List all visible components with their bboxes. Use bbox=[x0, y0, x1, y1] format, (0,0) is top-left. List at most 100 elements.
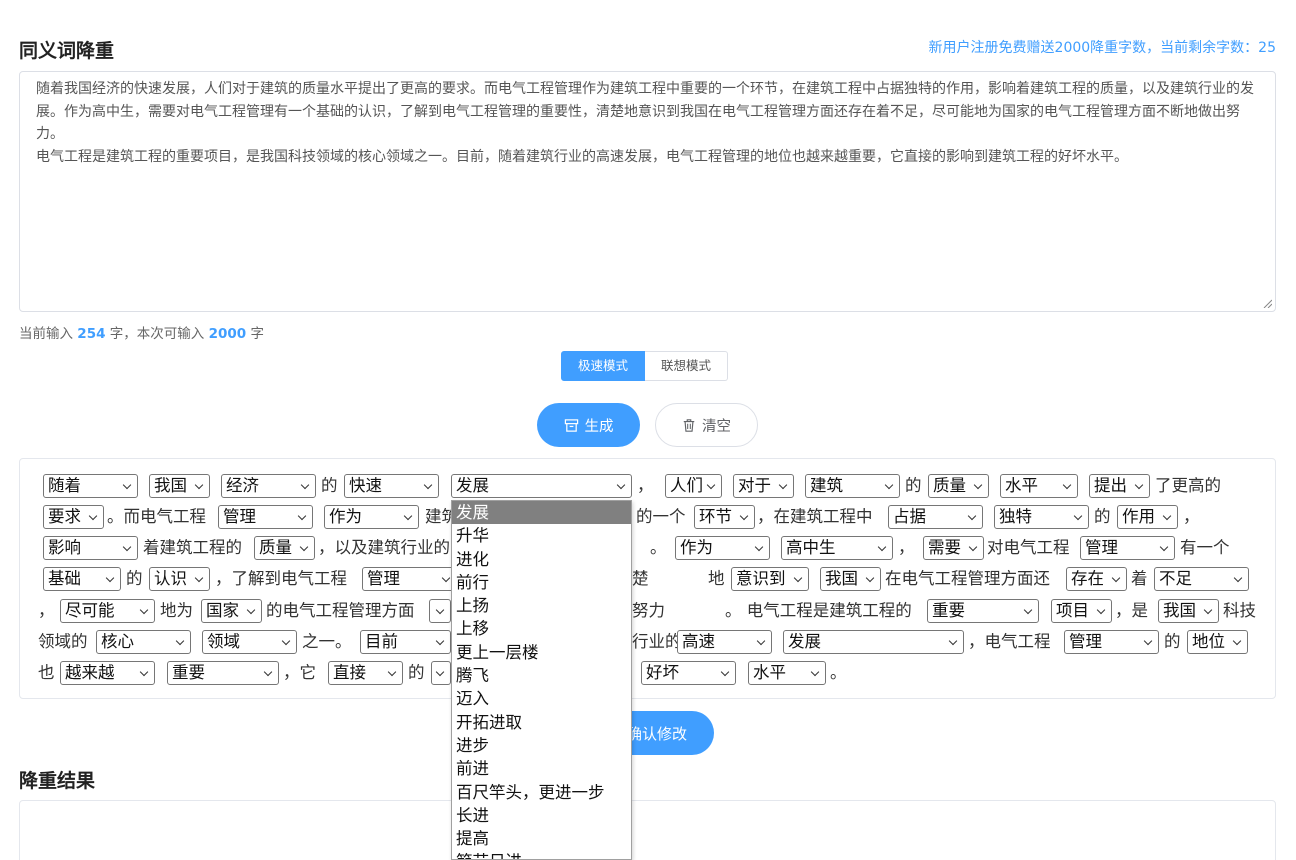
text-fragment: 了更高的 bbox=[1155, 476, 1221, 495]
dropdown-option[interactable]: 进化 bbox=[452, 548, 631, 571]
dropdown-option[interactable]: 升华 bbox=[452, 524, 631, 547]
char-count: 当前输入 254 字，本次可输入 2000 字 bbox=[19, 322, 264, 342]
result-title: 降重结果 bbox=[19, 770, 96, 792]
text-fragment: ， bbox=[1183, 507, 1200, 526]
synonym-select[interactable]: 认识 bbox=[149, 567, 210, 591]
count-max: 2000 bbox=[208, 326, 247, 342]
source-textarea[interactable]: 随着我国经济的快速发展，人们对于建筑的质量水平提出了更高的要求。而电气工程管理作… bbox=[19, 71, 1276, 312]
promo-text: 新用户注册免费赠送2000降重字数，当前剩余字数：25 bbox=[928, 40, 1276, 56]
text-fragment: 行业的 bbox=[632, 632, 682, 651]
synonym-select[interactable] bbox=[431, 661, 451, 685]
synonym-select[interactable]: 高速 bbox=[677, 630, 772, 654]
synonym-select[interactable]: 我国 bbox=[820, 567, 881, 591]
synonym-select[interactable]: 质量 bbox=[254, 536, 315, 560]
synonym-select[interactable]: 建筑 bbox=[805, 474, 900, 498]
synonym-select[interactable]: 发展 bbox=[783, 630, 964, 654]
dropdown-option[interactable]: 长进 bbox=[452, 804, 631, 827]
text-fragment: 科技 bbox=[1223, 601, 1256, 620]
dropdown-option[interactable]: 开拓进取 bbox=[452, 711, 631, 734]
synonym-select[interactable]: 重要 bbox=[927, 599, 1039, 623]
synonym-select[interactable]: 基础 bbox=[43, 567, 121, 591]
dropdown-option[interactable]: 上扬 bbox=[452, 594, 631, 617]
synonym-select[interactable]: 领域 bbox=[202, 630, 297, 654]
text-fragment: 地 bbox=[708, 569, 725, 588]
dropdown-option[interactable]: 进步 bbox=[452, 734, 631, 757]
text-fragment: 的一个 bbox=[636, 507, 686, 526]
mode-fast-button[interactable]: 极速模式 bbox=[561, 351, 646, 381]
dropdown-option[interactable]: 上移 bbox=[452, 617, 631, 640]
synonym-select[interactable]: 水平 bbox=[1000, 474, 1078, 498]
dropdown-option[interactable]: 百尺竿头，更进一步 bbox=[452, 781, 631, 804]
dropdown-option[interactable]: 節节日进 bbox=[452, 850, 631, 859]
dropdown-option[interactable]: 更上一层楼 bbox=[452, 641, 631, 664]
count-middle: 字，本次可输入 bbox=[109, 326, 205, 342]
text-fragment: ， bbox=[38, 601, 55, 620]
synonym-select[interactable]: 管理 bbox=[218, 505, 313, 529]
text-fragment: 。 bbox=[650, 538, 667, 557]
synonym-select[interactable]: 管理 bbox=[1064, 630, 1159, 654]
synonym-select[interactable]: 存在 bbox=[1066, 567, 1127, 591]
synonym-select[interactable]: 越来越 bbox=[60, 661, 155, 685]
synonym-select[interactable]: 核心 bbox=[96, 630, 191, 654]
synonym-select[interactable]: 对于 bbox=[733, 474, 794, 498]
text-fragment: 的 bbox=[1164, 632, 1181, 651]
dropdown-option[interactable]: 前进 bbox=[452, 757, 631, 780]
text-fragment: 楚 bbox=[632, 569, 649, 588]
synonym-select[interactable]: 作用 bbox=[1117, 505, 1178, 529]
synonym-select-open[interactable]: 发展 bbox=[451, 474, 632, 498]
text-fragment: 着 bbox=[1131, 569, 1148, 588]
synonym-select[interactable]: 快速 bbox=[344, 474, 439, 498]
synonym-select[interactable]: 随着 bbox=[43, 474, 138, 498]
archive-icon bbox=[564, 418, 578, 432]
text-fragment: 也 bbox=[38, 663, 55, 682]
dropdown-option-selected[interactable]: 发展 bbox=[452, 501, 631, 525]
synonym-select[interactable]: 要求 bbox=[43, 505, 104, 529]
synonym-select[interactable]: 尽可能 bbox=[60, 599, 155, 623]
synonym-select[interactable]: 需要 bbox=[923, 536, 984, 560]
result-textarea[interactable] bbox=[19, 800, 1276, 860]
mode-assoc-button[interactable]: 联想模式 bbox=[645, 351, 729, 381]
synonym-select[interactable]: 目前 bbox=[360, 630, 451, 654]
synonym-select[interactable]: 项目 bbox=[1051, 599, 1112, 623]
paragraph-1: 随着我国经济的快速发展，人们对于建筑的质量水平提出了更高的要求。而电气工程管理作… bbox=[36, 81, 1254, 142]
paragraph-2: 电气工程是建筑工程的重要项目，是我国科技领域的核心领域之一。目前，随着建筑行业的… bbox=[36, 148, 1128, 165]
synonym-select[interactable]: 高中生 bbox=[781, 536, 893, 560]
dropdown-option[interactable]: 前行 bbox=[452, 571, 631, 594]
synonym-select[interactable]: 我国 bbox=[149, 474, 210, 498]
clear-label: 清空 bbox=[702, 418, 731, 435]
synonym-select[interactable]: 不足 bbox=[1154, 567, 1249, 591]
generate-button[interactable]: 生成 bbox=[537, 403, 640, 447]
text-fragment: 对电气工程 bbox=[987, 538, 1070, 557]
synonym-dropdown-list: 发展 升华 进化 前行 上扬 上移 更上一层楼 腾飞 迈入 开拓进取 进步 前进… bbox=[451, 500, 632, 860]
synonym-select[interactable]: 管理 bbox=[362, 567, 457, 591]
page-title: 同义词降重 bbox=[19, 40, 115, 62]
synonym-select[interactable]: 独特 bbox=[994, 505, 1089, 529]
clear-button[interactable]: 清空 bbox=[655, 403, 758, 447]
dropdown-option[interactable]: 腾飞 bbox=[452, 664, 631, 687]
synonym-select[interactable]: 占据 bbox=[888, 505, 983, 529]
dropdown-option[interactable]: 迈入 bbox=[452, 687, 631, 710]
synonym-select[interactable]: 提出 bbox=[1089, 474, 1150, 498]
synonym-select[interactable]: 质量 bbox=[928, 474, 989, 498]
synonym-select[interactable]: 经济 bbox=[221, 474, 316, 498]
text-fragment: 的 bbox=[408, 663, 425, 682]
synonym-select[interactable]: 管理 bbox=[1080, 536, 1175, 560]
text-fragment: ， bbox=[637, 476, 654, 495]
synonym-select[interactable]: 重要 bbox=[167, 661, 279, 685]
synonym-select[interactable]: 水平 bbox=[748, 661, 826, 685]
synonym-select[interactable] bbox=[429, 599, 451, 623]
synonym-select[interactable]: 作为 bbox=[675, 536, 770, 560]
resize-grip-icon[interactable] bbox=[1263, 299, 1272, 308]
synonym-select[interactable]: 影响 bbox=[43, 536, 138, 560]
synonym-select[interactable]: 意识到 bbox=[731, 567, 809, 591]
synonym-select[interactable]: 我国 bbox=[1158, 599, 1219, 623]
synonym-select[interactable]: 人们 bbox=[665, 474, 722, 498]
synonym-select[interactable]: 地位 bbox=[1187, 630, 1248, 654]
dropdown-option[interactable]: 提高 bbox=[452, 827, 631, 850]
synonym-select[interactable]: 作为 bbox=[324, 505, 419, 529]
text-fragment: 地为 bbox=[160, 601, 193, 620]
synonym-select[interactable]: 好坏 bbox=[641, 661, 736, 685]
synonym-select[interactable]: 直接 bbox=[328, 661, 403, 685]
synonym-select[interactable]: 环节 bbox=[694, 505, 755, 529]
synonym-select[interactable]: 国家 bbox=[201, 599, 262, 623]
